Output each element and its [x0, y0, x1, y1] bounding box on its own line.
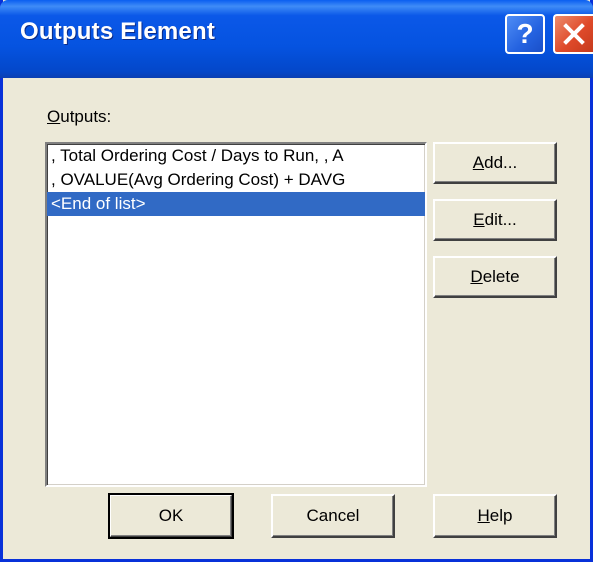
- close-x-icon: [563, 23, 585, 45]
- outputs-label: Outputs:: [47, 107, 111, 127]
- ok-button-label: OK: [158, 506, 184, 525]
- list-item[interactable]: , OVALUE(Avg Ordering Cost) + DAVG: [47, 168, 425, 192]
- window-title: Outputs Element: [20, 18, 216, 45]
- add-button[interactable]: Add...: [433, 142, 557, 184]
- delete-button-label: elete: [482, 267, 520, 286]
- help-button-mnemonic: H: [477, 506, 490, 525]
- delete-button-mnemonic: D: [470, 267, 483, 286]
- add-button-mnemonic: A: [472, 153, 485, 172]
- list-item-end-of-list[interactable]: <End of list>: [47, 192, 425, 216]
- outputs-label-mnemonic: O: [47, 107, 61, 126]
- ok-button[interactable]: OK: [108, 493, 234, 539]
- outputs-listbox[interactable]: , Total Ordering Cost / Days to Run, , A…: [45, 142, 427, 487]
- cancel-button-label: Cancel: [306, 506, 360, 525]
- edit-button[interactable]: Edit...: [433, 199, 557, 241]
- cancel-button[interactable]: Cancel: [271, 494, 395, 538]
- add-button-label: dd...: [484, 153, 518, 172]
- help-caption-button[interactable]: ?: [505, 14, 545, 54]
- close-caption-button[interactable]: [553, 14, 593, 54]
- title-bar[interactable]: Outputs Element ?: [0, 0, 593, 78]
- outputs-element-dialog: Outputs Element ? Outputs: , Total Order…: [0, 0, 593, 562]
- help-button-label: elp: [489, 506, 513, 525]
- delete-button[interactable]: Delete: [433, 256, 557, 298]
- edit-button-mnemonic: E: [473, 210, 485, 229]
- edit-button-label: dit...: [484, 210, 517, 229]
- list-item[interactable]: , Total Ordering Cost / Days to Run, , A: [47, 144, 425, 168]
- help-button[interactable]: Help: [433, 494, 557, 538]
- outputs-label-text: utputs:: [60, 107, 112, 126]
- question-mark-icon: ?: [516, 18, 534, 49]
